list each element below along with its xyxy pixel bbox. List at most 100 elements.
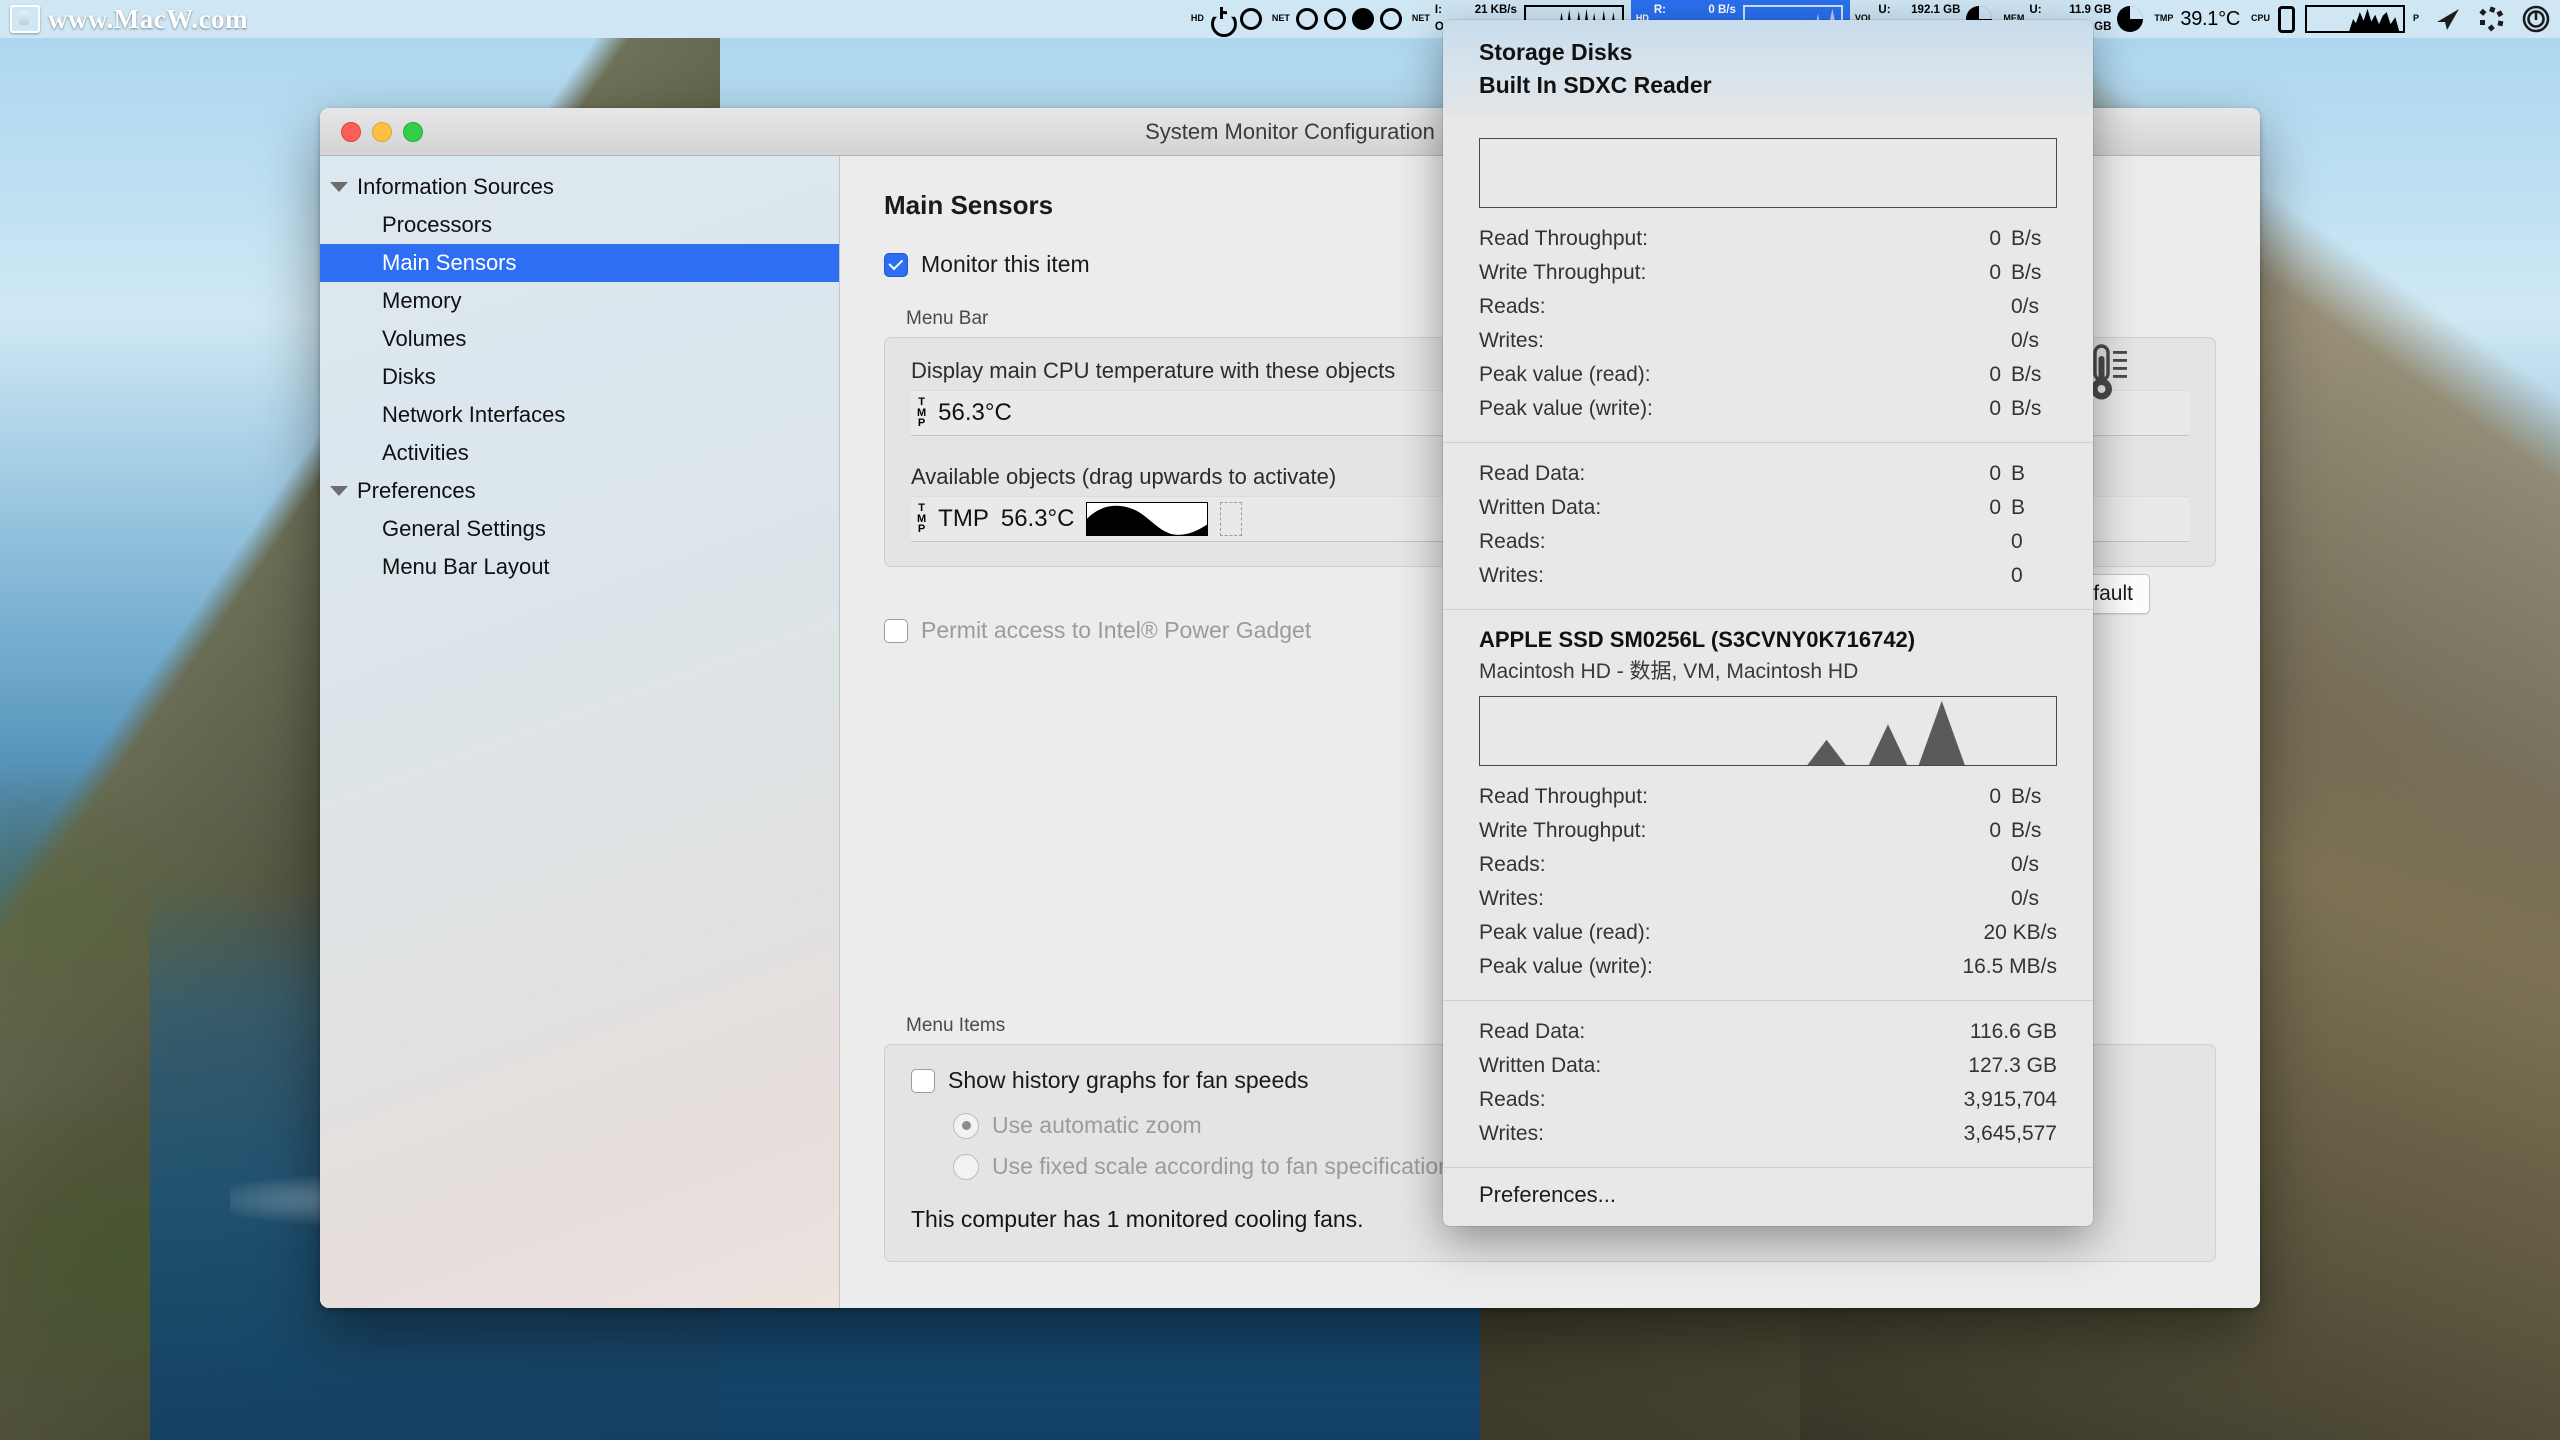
disk2-volumes: Macintosh HD - 数据, VM, Macintosh HD <box>1479 660 1859 683</box>
net-label-1: NET <box>1271 13 1290 24</box>
sidebar-item-main-sensors[interactable]: Main Sensors <box>320 244 839 282</box>
row-value: 0 B/s <box>1989 819 2042 842</box>
sidebar-group-label: Information Sources <box>357 174 554 199</box>
disk1-history-graph <box>1479 138 2057 208</box>
hd-read-value: 0 B/s <box>1708 4 1736 16</box>
row-value: 0 B/s <box>1989 261 2042 284</box>
power-ring-icon <box>1210 7 1234 31</box>
disk2-name: APPLE SSD SM0256L (S3CVNY0K716742) <box>1479 627 1916 652</box>
active-item-value: 56.3°C <box>938 399 1012 426</box>
intel-power-gadget-checkbox[interactable] <box>884 618 908 643</box>
sidebar-item-label: Disks <box>382 364 436 389</box>
row-value: 0 B/s <box>1989 397 2042 420</box>
sidebar-group-information-sources[interactable]: Information Sources <box>320 168 839 206</box>
vol-used-value: 192.1 GB <box>1911 4 1961 16</box>
disk2-section: APPLE SSD SM0256L (S3CVNY0K716742) Macin… <box>1443 609 2093 1000</box>
spinner-icon[interactable] <box>2477 4 2507 34</box>
activity-ring-icon <box>1239 8 1262 30</box>
popover-footer: Preferences... <box>1443 1167 2093 1226</box>
net-in-key: I: <box>1434 4 1442 16</box>
row-label: Read Data: <box>1479 1020 1586 1043</box>
row-label: Written Data: <box>1479 496 1602 519</box>
row-value: 0/s <box>2011 295 2040 318</box>
fan-history-graph-checkbox[interactable] <box>911 1068 935 1093</box>
cpu-history-graph <box>2304 5 2405 33</box>
popover-title: Storage Disks <box>1479 39 1633 65</box>
row-label: Peak value (read): <box>1479 363 1651 386</box>
sidebar-item-menu-bar-layout[interactable]: Menu Bar Layout <box>320 548 839 586</box>
monitor-this-item-checkbox[interactable] <box>884 252 908 277</box>
net-ring-icon-4 <box>1379 8 1402 30</box>
mem-pie-icon <box>2117 6 2144 32</box>
net-ring-icon-2 <box>1323 8 1346 30</box>
auto-zoom-radio[interactable] <box>953 1112 979 1139</box>
sidebar-item-disks[interactable]: Disks <box>320 358 839 396</box>
disclosure-triangle-icon[interactable] <box>330 486 348 496</box>
auto-zoom-label: Use automatic zoom <box>992 1112 1202 1138</box>
row-label: Reads: <box>1479 295 1546 318</box>
sidebar-group-preferences[interactable]: Preferences <box>320 472 839 510</box>
tmp-label: TMP <box>2154 13 2174 24</box>
sidebar-item-volumes[interactable]: Volumes <box>320 320 839 358</box>
sidebar-item-activities[interactable]: Activities <box>320 434 839 472</box>
disk1-row: Write Throughput: 0 B/s <box>1479 256 2057 290</box>
sidebar-item-processors[interactable]: Processors <box>320 206 839 244</box>
airplay-icon[interactable] <box>2433 4 2463 34</box>
disk1-row: Reads: 0/s <box>1479 290 2057 324</box>
menubar-item-net-rings[interactable]: NET <box>1267 0 1407 38</box>
row-value: 0B <box>1989 496 2026 519</box>
sidebar-item-label: Processors <box>382 212 493 237</box>
net-in-value: 21 KB/s <box>1474 4 1517 16</box>
row-value: 0/s <box>2011 853 2040 876</box>
disk1-row: Peak value (read): 0 B/s <box>1479 358 2057 392</box>
net-ring-icon-1 <box>1295 8 1318 30</box>
available-item-name[interactable]: TMP <box>938 505 989 533</box>
p-label: P <box>2412 13 2419 24</box>
menu-bar: HD NET NET I: 21 KB/s O: HD R: 0 B/s VOL… <box>0 0 2560 38</box>
row-value: 3,915,704 <box>1963 1088 2057 1111</box>
row-value: 16.5 MB/s <box>1962 955 2057 978</box>
tmp-value: 39.1°C <box>2180 7 2240 30</box>
preferences-menu-item[interactable]: Preferences... <box>1479 1182 2057 1208</box>
sidebar-item-memory[interactable]: Memory <box>320 282 839 320</box>
disk1-totals-section: Read Data: 0B Written Data: 0B Reads: 0 … <box>1443 442 2093 609</box>
power-menu-icon[interactable] <box>2521 4 2551 34</box>
temperature-history-graph[interactable] <box>1086 502 1209 536</box>
net-ring-icon-3-filled <box>1351 8 1374 30</box>
disk2-row: Reads: 0/s <box>1479 848 2057 882</box>
row-value: 0 <box>2011 564 2023 587</box>
fan-history-graph-label: Show history graphs for fan speeds <box>948 1067 1309 1093</box>
fixed-scale-label: Use fixed scale according to fan specifi… <box>992 1153 1451 1179</box>
tmp-badge-icon: TMP <box>917 502 927 536</box>
menubar-item-hd-activity[interactable]: HD <box>1186 0 1267 38</box>
row-value: 0 B/s <box>1989 363 2042 386</box>
row-value: 0 <box>2011 530 2023 553</box>
tmp-badge-icon: TMP <box>917 396 927 430</box>
menubar-system-icons[interactable] <box>2424 0 2560 38</box>
disk2-total-row: Reads: 3,915,704 <box>1479 1083 2057 1117</box>
empty-drop-slot[interactable] <box>1220 502 1243 536</box>
row-value: 0 B/s <box>1989 227 2042 250</box>
menubar-item-temperature[interactable]: TMP 39.1°C <box>2149 0 2246 38</box>
mem-used-value: 11.9 GB <box>2069 4 2112 16</box>
fixed-scale-radio[interactable] <box>953 1153 979 1180</box>
cpu-bar-icon <box>2277 5 2295 33</box>
sidebar: Information Sources Processors Main Sens… <box>320 156 840 1308</box>
hd-label: HD <box>1190 13 1204 24</box>
sidebar-item-general-settings[interactable]: General Settings <box>320 510 839 548</box>
disclosure-triangle-icon[interactable] <box>330 182 348 192</box>
disk2-row: Writes: 0/s <box>1479 882 2057 916</box>
disk1-row: Peak value (write): 0 B/s <box>1479 392 2057 426</box>
available-item-value[interactable]: 56.3°C <box>1001 505 1075 533</box>
sidebar-item-label: Network Interfaces <box>382 402 566 427</box>
hd-read-key: R: <box>1653 4 1667 16</box>
row-label: Reads: <box>1479 530 1546 553</box>
sidebar-item-network-interfaces[interactable]: Network Interfaces <box>320 396 839 434</box>
monitor-this-item-label: Monitor this item <box>921 251 1090 277</box>
row-value: 0 B/s <box>1989 785 2042 808</box>
disk1-throughput-section: Read Throughput: 0 B/s Write Throughput: … <box>1443 116 2093 442</box>
popover-subtitle: Built In SDXC Reader <box>1479 72 1712 98</box>
row-label: Peak value (write): <box>1479 955 1653 978</box>
menubar-item-cpu[interactable]: CPU P <box>2246 0 2424 38</box>
net-label-2: NET <box>1411 13 1430 24</box>
